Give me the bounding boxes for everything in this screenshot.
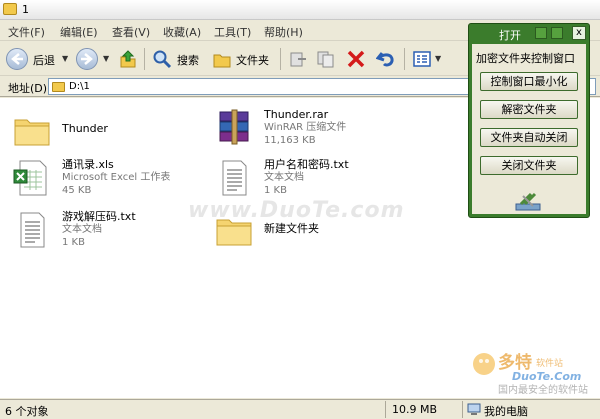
minimize-control-window-button[interactable]: 控制窗口最小化	[480, 72, 578, 91]
back-button[interactable]	[6, 48, 28, 70]
panel-tab[interactable]	[535, 27, 547, 39]
file-name: Thunder.rar	[264, 108, 329, 121]
logo-url: DuoTe.Com	[512, 370, 581, 383]
move-to-icon[interactable]	[288, 49, 308, 69]
panel-body: 加密文件夹控制窗口 控制窗口最小化 解密文件夹 文件夹自动关闭 关闭文件夹	[472, 44, 586, 214]
views-icon[interactable]	[412, 49, 432, 69]
toolbar-separator	[144, 48, 145, 70]
file-type: 文本文档	[264, 172, 304, 183]
file-size: 11,163 KB	[264, 135, 316, 146]
panel-title: 打开	[499, 29, 521, 42]
address-label: 地址(D)	[8, 82, 48, 95]
forward-dropdown-icon[interactable]: ▼	[103, 54, 109, 63]
encrypted-folder-control-window: 打开 x 加密文件夹控制窗口 控制窗口最小化 解密文件夹 文件夹自动关闭 关闭文…	[468, 23, 590, 218]
search-icon[interactable]	[152, 49, 172, 69]
panel-close-button[interactable]: x	[572, 26, 586, 40]
duote-logo-art: 多特 软件站 DuoTe.Com 国内最安全的软件站	[473, 352, 588, 396]
excel-file-icon	[13, 160, 47, 196]
file-item[interactable]: Thunder	[12, 110, 162, 150]
delete-icon[interactable]	[346, 49, 366, 69]
views-dropdown-icon[interactable]: ▼	[435, 54, 441, 63]
menu-tools[interactable]: 工具(T)	[214, 24, 251, 40]
toolbar-separator	[404, 48, 405, 70]
file-name: 新建文件夹	[264, 222, 319, 235]
file-name: Thunder	[62, 122, 108, 135]
search-label[interactable]: 搜索	[177, 52, 199, 68]
close-folder-button[interactable]: 关闭文件夹	[480, 156, 578, 175]
address-value[interactable]: D:\1	[69, 81, 90, 92]
back-arrow-icon	[11, 53, 23, 65]
title-bar: 1	[0, 0, 600, 20]
menu-view[interactable]: 查看(V)	[112, 24, 150, 40]
menu-favorites[interactable]: 收藏(A)	[163, 24, 201, 40]
back-label[interactable]: 后退	[33, 52, 55, 68]
file-size: 1 KB	[264, 185, 287, 196]
auto-close-folder-button[interactable]: 文件夹自动关闭	[480, 128, 578, 147]
file-type: Microsoft Excel 工作表	[62, 172, 171, 183]
panel-tab[interactable]	[551, 27, 563, 39]
file-name: 用户名和密码.txt	[264, 158, 349, 171]
file-name: 通讯录.xls	[62, 158, 114, 171]
up-folder-icon[interactable]	[118, 49, 138, 69]
folders-label[interactable]: 文件夹	[236, 52, 269, 68]
file-item[interactable]: 游戏解压码.txt 文本文档 1 KB	[12, 210, 212, 252]
file-size: 45 KB	[62, 185, 92, 196]
panel-heading: 加密文件夹控制窗口	[476, 52, 575, 65]
undo-icon[interactable]	[376, 49, 396, 69]
status-size: 10.9 MB	[392, 403, 438, 416]
status-divider	[385, 401, 386, 418]
folder-icon	[52, 82, 65, 92]
status-divider	[462, 401, 463, 418]
duote-logo: 多特 软件站 DuoTe.Com 国内最安全的软件站	[470, 346, 595, 399]
file-item[interactable]: 通讯录.xls Microsoft Excel 工作表 45 KB	[12, 158, 212, 200]
text-file-icon	[222, 160, 247, 196]
logo-slogan: 国内最安全的软件站	[498, 383, 588, 396]
file-type: WinRAR 压缩文件	[264, 122, 347, 133]
forward-button[interactable]	[76, 48, 98, 70]
file-size: 1 KB	[62, 237, 85, 248]
panel-title-bar: 打开 x	[469, 24, 589, 42]
my-computer-icon	[467, 403, 481, 415]
watermark: www.DuoTe.com	[188, 198, 405, 223]
back-dropdown-icon[interactable]: ▼	[62, 54, 68, 63]
menu-edit[interactable]: 编辑(E)	[60, 24, 98, 40]
menu-file[interactable]: 文件(F)	[8, 24, 45, 40]
file-name: 游戏解压码.txt	[62, 210, 136, 223]
window-title: 1	[22, 3, 29, 16]
file-item[interactable]: 用户名和密码.txt 文本文档 1 KB	[214, 158, 414, 200]
status-object-count: 6 个对象	[5, 405, 49, 418]
folders-icon[interactable]	[212, 49, 232, 69]
logo-sub: 软件站	[536, 357, 563, 369]
file-type: 文本文档	[62, 224, 102, 235]
status-location: 我的电脑	[484, 405, 528, 418]
folder-icon	[14, 119, 50, 146]
status-bar: 6 个对象 10.9 MB 我的电脑	[0, 399, 600, 419]
copy-to-icon[interactable]	[316, 49, 336, 69]
file-item[interactable]: Thunder.rar WinRAR 压缩文件 11,163 KB	[214, 108, 414, 150]
forward-arrow-icon	[81, 53, 93, 65]
menu-help[interactable]: 帮助(H)	[264, 24, 303, 40]
text-file-icon	[20, 212, 45, 248]
folder-icon	[3, 3, 17, 15]
winrar-archive-icon	[219, 109, 249, 145]
toolbar-separator	[280, 48, 281, 70]
settings-tool-icon[interactable]	[513, 192, 543, 212]
decrypt-folder-button[interactable]: 解密文件夹	[480, 100, 578, 119]
